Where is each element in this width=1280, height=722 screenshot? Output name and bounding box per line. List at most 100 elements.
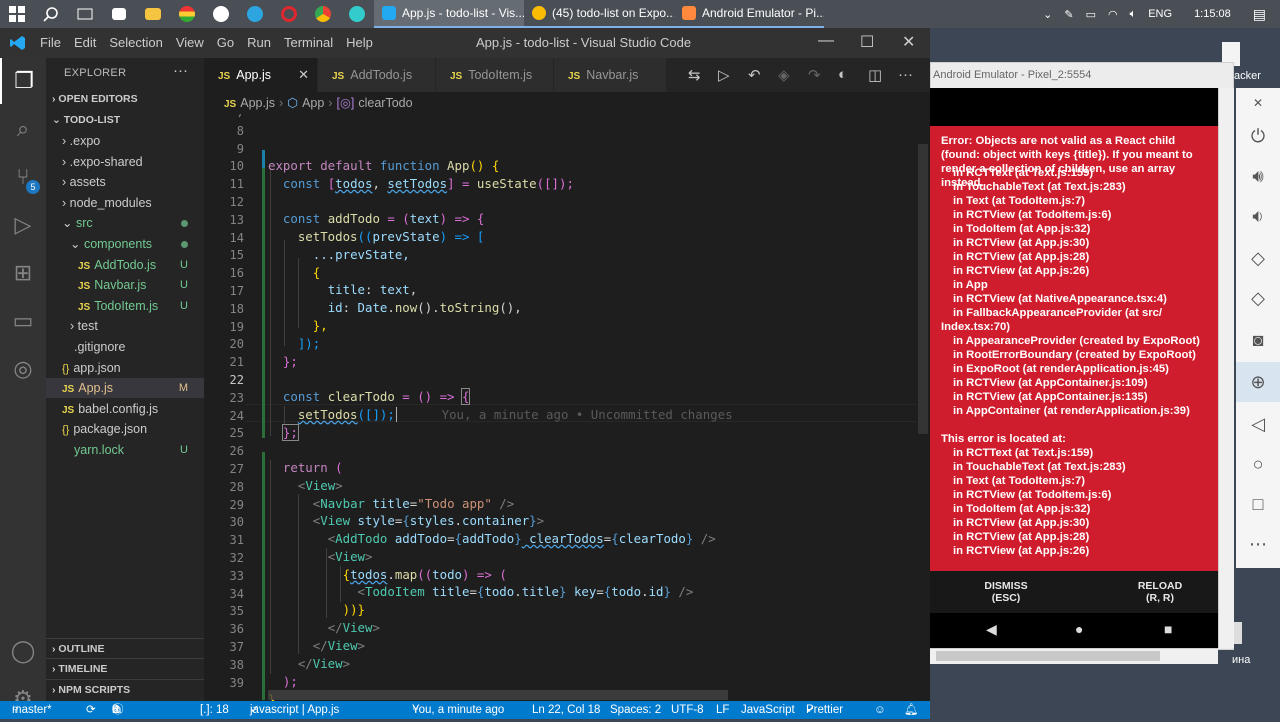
timeline-section[interactable]: › TIMELINE xyxy=(46,658,204,678)
tree-item[interactable]: JS babel.config.js xyxy=(46,399,204,419)
bell-icon[interactable]: 🔔︎ xyxy=(904,701,919,719)
minimize-button[interactable]: — xyxy=(818,32,834,50)
tree-item[interactable]: ⌄ components xyxy=(46,234,204,254)
start-button[interactable] xyxy=(0,0,34,28)
encoding-status[interactable]: UTF-8 xyxy=(671,701,704,719)
recents-icon[interactable]: ■ xyxy=(1164,621,1172,637)
language-mode[interactable]: JavaScript xyxy=(741,701,795,719)
telegram-app[interactable] xyxy=(238,0,272,28)
tab-addtodo-js[interactable]: JS AddTodo.js xyxy=(318,58,435,92)
close-button[interactable]: ✕ xyxy=(902,32,915,52)
feedback-icon[interactable]: ☺ xyxy=(874,701,886,719)
menu-terminal[interactable]: Terminal xyxy=(284,35,333,50)
volume-up-icon[interactable]: 🔊︎ xyxy=(1236,156,1280,196)
menu-go[interactable]: Go xyxy=(217,35,234,50)
task-vscode[interactable]: App.js - todo-list - Vis... xyxy=(374,0,524,28)
close-icon[interactable]: ✕ xyxy=(298,58,309,92)
cursor-position[interactable]: Ln 22, Col 18 xyxy=(532,701,600,719)
language-indicator[interactable]: ENG xyxy=(1148,8,1172,20)
run-icon[interactable]: ▷ xyxy=(718,66,730,84)
emulator-vertical-scrollbar[interactable] xyxy=(1218,88,1234,648)
notification-icon[interactable]: ▤ xyxy=(1253,6,1266,23)
camera-icon[interactable]: ◙ xyxy=(1236,320,1280,360)
tree-item[interactable]: yarn.lock U xyxy=(46,440,204,460)
selection-status[interactable]: [.]: 18 xyxy=(200,701,229,719)
zoom-icon[interactable]: ⊕ xyxy=(1236,362,1280,402)
source-control-icon[interactable]: ⑂ 5 xyxy=(0,154,46,200)
chevron-up-icon[interactable]: ⌄ xyxy=(1043,8,1052,21)
clock[interactable]: 1:15:08 xyxy=(1194,8,1231,20)
tree-item[interactable]: JS Navbar.js U xyxy=(46,275,204,295)
close-icon[interactable]: ✕ xyxy=(1236,88,1280,118)
code-editor[interactable]: 7 8 9 10 11 12 13 14 15 16 17 18 19 20 21 22 23 24 25 26 27 2… xyxy=(204,114,930,701)
tree-item[interactable]: › .expo xyxy=(46,131,204,151)
tree-item[interactable]: {} package.json xyxy=(46,419,204,439)
app-pinned-1[interactable] xyxy=(170,0,204,28)
battery-icon[interactable]: ▭ xyxy=(1086,8,1096,21)
opera-app[interactable] xyxy=(272,0,306,28)
open-changes-icon[interactable]: ⇆ xyxy=(688,66,701,84)
steam-app[interactable] xyxy=(204,0,238,28)
more-actions-icon[interactable]: ··· xyxy=(173,62,188,79)
gitlens-icon[interactable]: ◎ xyxy=(0,346,46,392)
tree-item[interactable]: ⌄ src xyxy=(46,213,204,233)
menu-file[interactable]: File xyxy=(40,35,61,50)
horizontal-scrollbar[interactable] xyxy=(268,690,728,700)
open-editors-section[interactable]: › OPEN EDITORS xyxy=(46,89,204,109)
project-section[interactable]: ⌄ TODO-LIST xyxy=(46,110,204,130)
account-icon[interactable]: ◯ xyxy=(0,628,46,674)
back-icon[interactable]: ◀ xyxy=(986,621,997,638)
vertical-scrollbar[interactable] xyxy=(918,144,928,434)
edge-app[interactable] xyxy=(340,0,374,28)
split-editor-icon[interactable]: ◫ xyxy=(868,66,882,84)
blame-icon[interactable]: ◈ xyxy=(778,66,790,84)
breadcrumb-symbol[interactable]: clearTodo xyxy=(358,96,412,110)
tree-item[interactable]: .gitignore xyxy=(46,337,204,357)
home-icon[interactable]: ○ xyxy=(1236,444,1280,484)
desktop-label[interactable]: ина xyxy=(1232,654,1250,666)
tree-item[interactable]: JS TodoItem.js U xyxy=(46,296,204,316)
previous-change-icon[interactable]: ↶ xyxy=(748,66,761,84)
tree-item[interactable]: {} app.json xyxy=(46,358,204,378)
rotate-left-icon[interactable]: ◇ xyxy=(1236,238,1280,278)
search-icon[interactable]: ⌕ xyxy=(0,106,46,152)
desktop-label[interactable]: acker xyxy=(1234,70,1261,82)
power-icon[interactable]: ⏻ xyxy=(1236,116,1280,156)
indentation-status[interactable]: Spaces: 2 xyxy=(610,701,661,719)
toggle-icon[interactable]: ◐ xyxy=(838,66,847,83)
store-app[interactable] xyxy=(102,0,136,28)
eol-status[interactable]: LF xyxy=(716,701,729,719)
tree-item[interactable]: › .expo-shared xyxy=(46,152,204,172)
reload-button[interactable]: RELOAD (R, R) xyxy=(1100,580,1220,604)
explorer-icon[interactable]: ❐ xyxy=(0,58,46,104)
task-emulator[interactable]: Android Emulator - Pi... xyxy=(674,0,824,28)
dismiss-button[interactable]: DISMISS (ESC) xyxy=(946,580,1066,604)
task-view-button[interactable] xyxy=(68,0,102,28)
volume-icon[interactable]: 🔈︎ xyxy=(1130,8,1137,21)
breadcrumb-function[interactable]: App xyxy=(302,96,324,110)
rotate-right-icon[interactable]: ◇ xyxy=(1236,278,1280,318)
task-chrome[interactable]: (45) todo-list on Expo... xyxy=(524,0,674,28)
chrome-app[interactable] xyxy=(306,0,340,28)
volume-down-icon[interactable]: 🔉︎ xyxy=(1236,196,1280,236)
tree-item[interactable]: › test xyxy=(46,316,204,336)
tab-todoitem-js[interactable]: JS TodoItem.js xyxy=(436,58,553,92)
sync-icon[interactable]: ⟳ xyxy=(86,701,96,719)
home-icon[interactable]: ● xyxy=(1075,621,1083,637)
run-debug-icon[interactable]: ▷ xyxy=(0,202,46,248)
overview-icon[interactable]: □ xyxy=(1236,484,1280,524)
npm-scripts-section[interactable]: › NPM SCRIPTS xyxy=(46,679,204,699)
tree-item[interactable]: JS AddTodo.js U xyxy=(46,255,204,275)
tree-item[interactable]: JS App.js M xyxy=(46,378,204,399)
menu-view[interactable]: View xyxy=(176,35,204,50)
maximize-button[interactable]: ☐ xyxy=(860,32,874,52)
scrollbar-thumb[interactable] xyxy=(936,651,1160,661)
back-icon[interactable]: ◁ xyxy=(1236,404,1280,444)
more-icon[interactable]: ⋯ xyxy=(1236,524,1280,564)
redbox-error-screen[interactable]: Error: Objects are not valid as a React … xyxy=(930,126,1218,571)
more-actions-icon[interactable]: ··· xyxy=(898,66,913,83)
outline-section[interactable]: › OUTLINE xyxy=(46,638,204,658)
tree-item[interactable]: › node_modules xyxy=(46,193,204,213)
pen-icon[interactable]: ✎ xyxy=(1064,8,1073,21)
tree-item[interactable]: › assets xyxy=(46,172,204,192)
